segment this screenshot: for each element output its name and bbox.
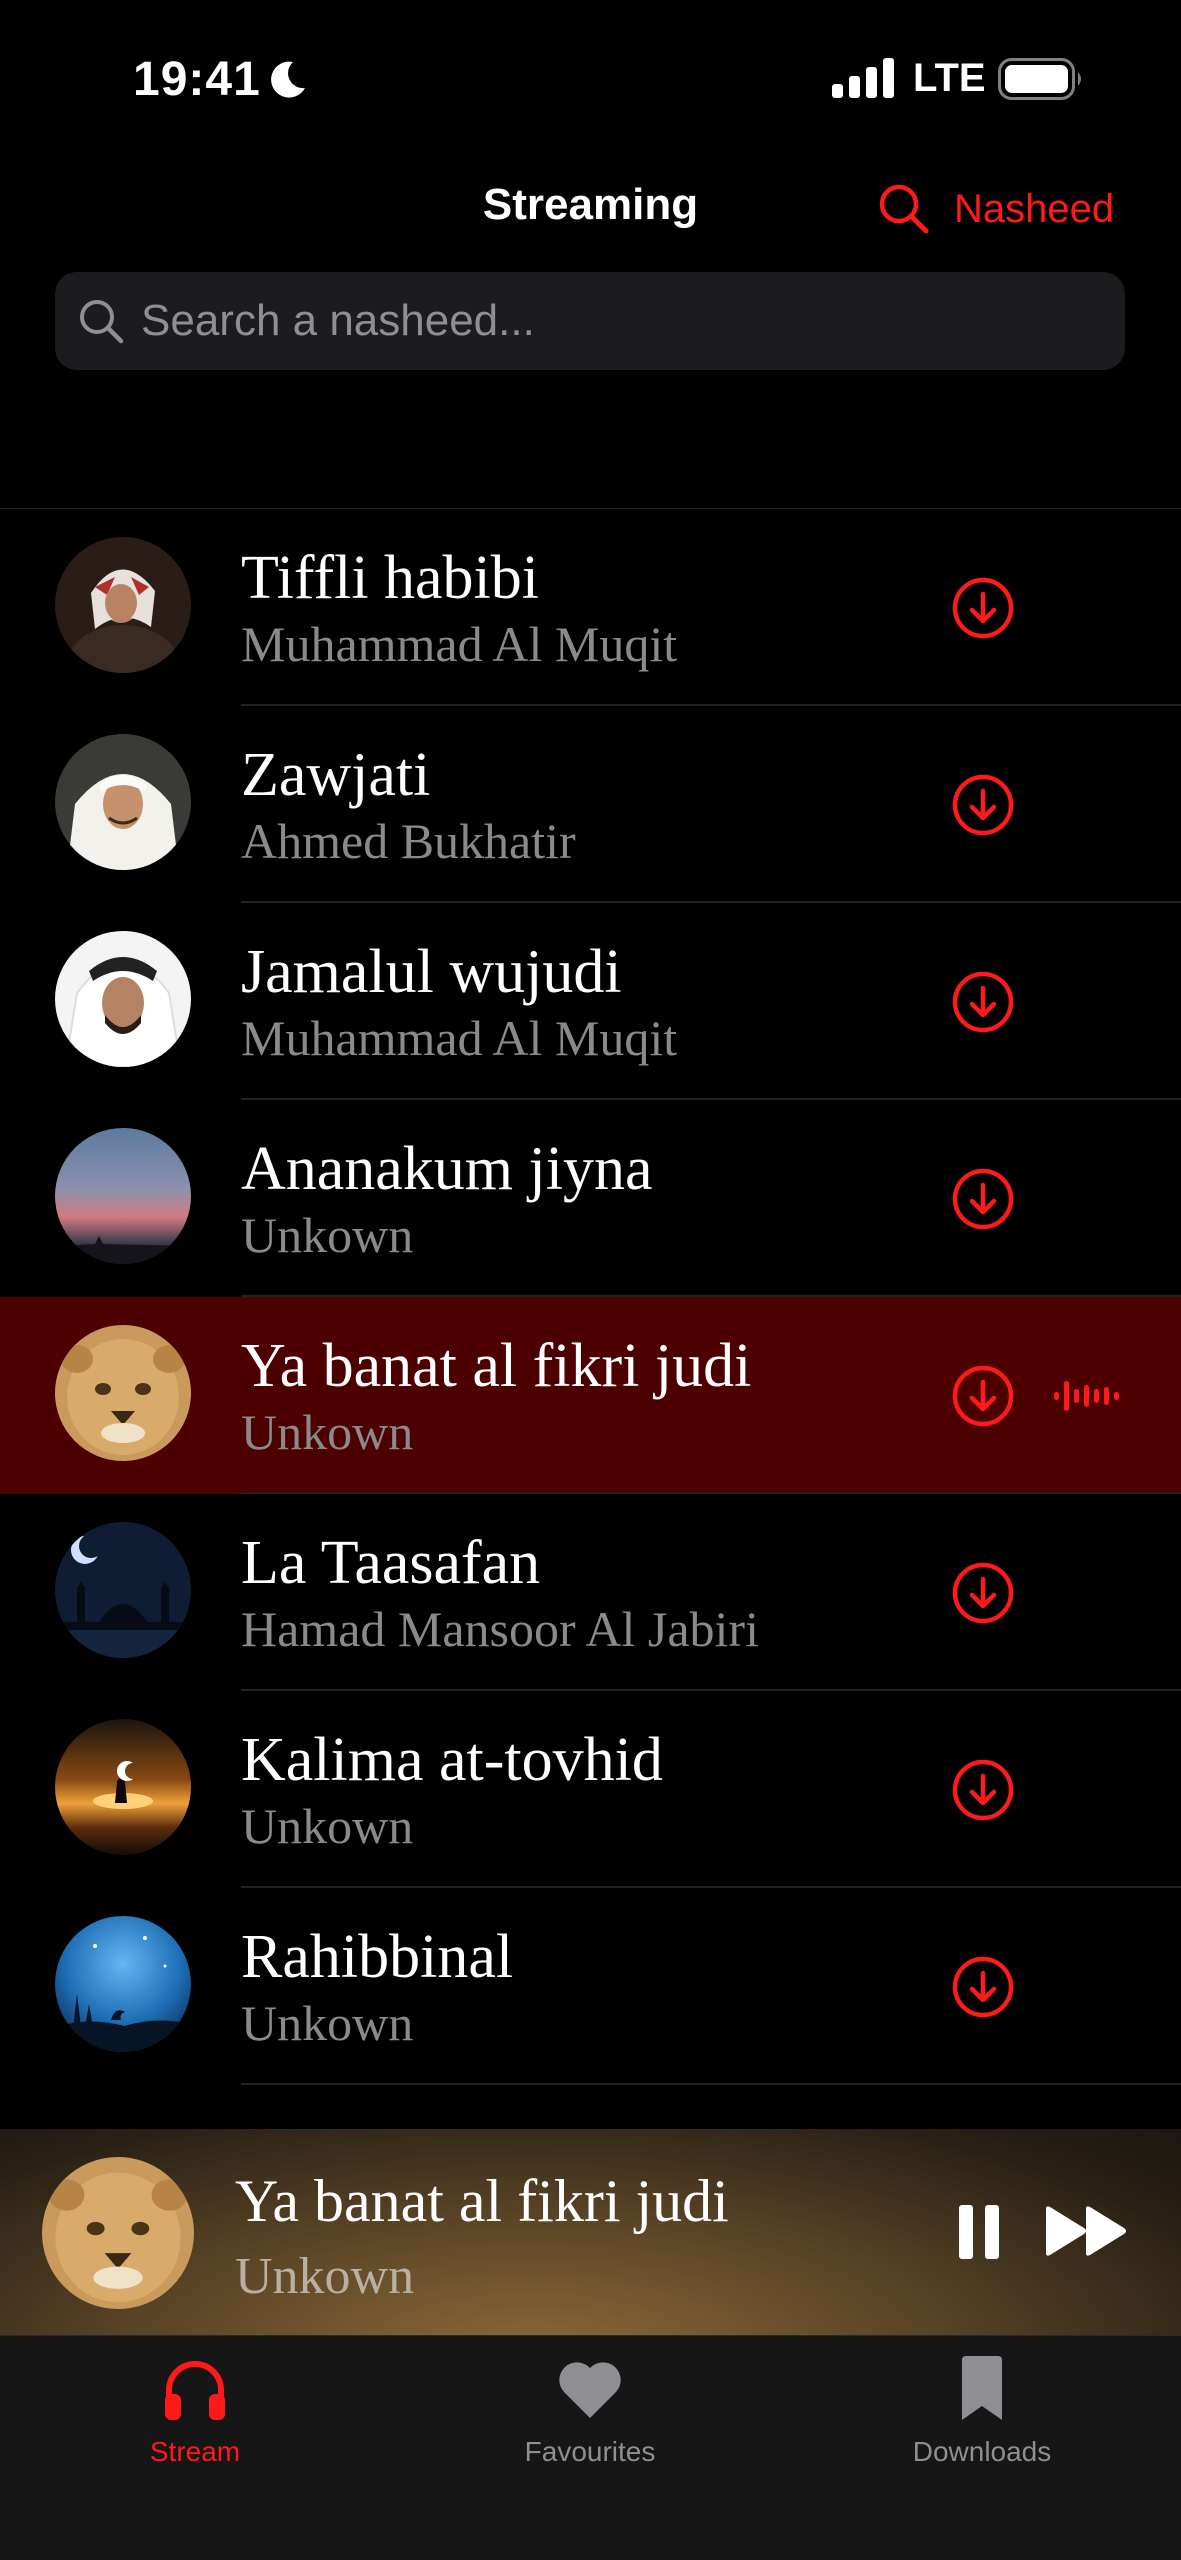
network-type: LTE bbox=[913, 56, 986, 100]
now-playing-artwork bbox=[42, 2157, 194, 2309]
nasheed-label: Nasheed bbox=[954, 186, 1115, 231]
tab-label: Downloads bbox=[912, 2436, 1052, 2467]
download-icon[interactable] bbox=[951, 1561, 1015, 1625]
track-artist: Unkown bbox=[241, 1798, 414, 1854]
track-row[interactable]: Zawjati Ahmed Bukhatir bbox=[0, 706, 1181, 903]
download-icon[interactable] bbox=[951, 1364, 1015, 1428]
track-row[interactable]: Rahibbinal Unkown bbox=[0, 1888, 1181, 2085]
battery-icon bbox=[998, 58, 1081, 100]
track-title: Ananakum jiyna bbox=[241, 1135, 653, 1203]
track-artwork bbox=[55, 1916, 191, 2052]
moon-icon bbox=[271, 61, 305, 98]
track-row[interactable]: Ananakum jiyna Unkown bbox=[0, 1100, 1181, 1297]
bookmark-icon bbox=[962, 2356, 1002, 2420]
track-artist: Unkown bbox=[241, 1995, 414, 2051]
nasheed-search-button[interactable]: Nasheed bbox=[876, 178, 1114, 240]
search-icon bbox=[80, 300, 124, 344]
track-title: Zawjati bbox=[241, 741, 431, 809]
track-artwork bbox=[55, 734, 191, 870]
track-row[interactable]: Kalima at-tovhid Unkown bbox=[0, 1691, 1181, 1888]
track-artist: Muhammad Al Muqit bbox=[241, 1010, 678, 1066]
pause-button[interactable] bbox=[955, 2203, 1003, 2261]
track-title: Ya banat al fikri judi bbox=[241, 1332, 752, 1400]
track-artist: Ahmed Bukhatir bbox=[241, 813, 576, 869]
download-icon[interactable] bbox=[951, 1758, 1015, 1822]
track-artist: Unkown bbox=[241, 1404, 414, 1460]
now-playing-artist: Unkown bbox=[235, 2248, 415, 2305]
search-icon bbox=[879, 184, 929, 234]
tab-stream[interactable]: Stream bbox=[75, 2354, 315, 2468]
track-artwork bbox=[55, 537, 191, 673]
track-row[interactable]: Tiffli habibi Muhammad Al Muqit bbox=[0, 509, 1181, 706]
download-icon[interactable] bbox=[951, 1167, 1015, 1231]
tab-label: Stream bbox=[149, 2436, 241, 2467]
track-artwork bbox=[55, 1325, 191, 1461]
now-playing-bar[interactable]: Ya banat al fikri judi Unkown bbox=[0, 2129, 1181, 2335]
download-icon[interactable] bbox=[951, 773, 1015, 837]
now-playing-title: Ya banat al fikri judi bbox=[235, 2168, 729, 2234]
track-row[interactable]: Jamalul wujudi Muhammad Al Muqit bbox=[0, 903, 1181, 1100]
status-bar: 19:41 LTE bbox=[0, 0, 1181, 160]
track-artist: Muhammad Al Muqit bbox=[241, 616, 678, 672]
track-title: Kalima at-tovhid bbox=[241, 1726, 663, 1794]
track-title: Jamalul wujudi bbox=[241, 938, 622, 1006]
track-row[interactable]: La Taasafan Hamad Mansoor Al Jabiri bbox=[0, 1494, 1181, 1691]
download-icon[interactable] bbox=[951, 970, 1015, 1034]
search-bar[interactable] bbox=[55, 272, 1125, 370]
download-icon[interactable] bbox=[951, 576, 1015, 640]
heart-icon bbox=[559, 2362, 621, 2418]
track-artwork bbox=[55, 1719, 191, 1855]
fast-forward-button[interactable] bbox=[1044, 2205, 1130, 2257]
now-playing-waveform-icon bbox=[1054, 1381, 1119, 1411]
track-title: Tiffli habibi bbox=[241, 544, 540, 612]
tab-favourites[interactable]: Favourites bbox=[470, 2354, 710, 2468]
status-time: 19:41 bbox=[133, 53, 261, 106]
track-artist: Unkown bbox=[241, 1207, 414, 1263]
cellular-signal-icon bbox=[832, 58, 894, 98]
track-artwork bbox=[55, 931, 191, 1067]
row-divider bbox=[241, 2083, 1181, 2085]
search-input[interactable] bbox=[141, 296, 1041, 346]
tab-downloads[interactable]: Downloads bbox=[862, 2354, 1102, 2468]
tab-bar: Stream Favourites Downloads bbox=[0, 2335, 1181, 2560]
track-artist: Hamad Mansoor Al Jabiri bbox=[241, 1601, 759, 1657]
download-icon[interactable] bbox=[951, 1955, 1015, 2019]
track-list: Tiffli habibi Muhammad Al Muqit Zawjati … bbox=[0, 509, 1181, 2085]
track-artwork bbox=[55, 1128, 191, 1264]
track-artwork bbox=[55, 1522, 191, 1658]
track-title: La Taasafan bbox=[241, 1529, 541, 1597]
track-title: Rahibbinal bbox=[241, 1923, 514, 1991]
track-row-now-playing[interactable]: Ya banat al fikri judi Unkown bbox=[0, 1297, 1181, 1494]
tab-label: Favourites bbox=[524, 2436, 656, 2467]
headphones-icon bbox=[165, 2361, 225, 2420]
